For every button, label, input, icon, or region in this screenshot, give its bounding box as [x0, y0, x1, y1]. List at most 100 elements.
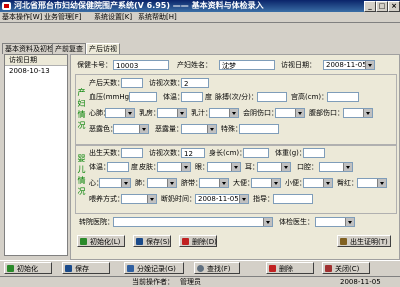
pulse-input[interactable] [257, 92, 287, 102]
guide-input[interactable] [273, 194, 313, 204]
maximize-button[interactable]: □ [376, 1, 388, 12]
mother-name-input[interactable]: 沈梦 [219, 60, 275, 70]
mother-name-label: 产妇姓名： [177, 61, 212, 69]
mother-group-title: 产妇情况 [77, 88, 86, 130]
save-form-button[interactable]: 保存(S) [133, 235, 171, 247]
visit-date-list: 访视日期 2008-10-13 [4, 54, 68, 256]
weaning-time-label: 断奶时间： [161, 195, 196, 203]
card-number-input[interactable]: 10003 [113, 60, 169, 70]
minimize-button[interactable]: _ [364, 1, 376, 12]
chevron-down-icon [229, 109, 238, 117]
feeding-label: 喂养方式： [89, 195, 124, 203]
breast-select[interactable] [157, 108, 187, 118]
heart-select[interactable] [99, 178, 131, 188]
weight-label: 体重(g)： [275, 149, 306, 157]
lochia-color-select[interactable] [113, 124, 149, 134]
postpartum-days-input[interactable] [121, 78, 143, 88]
tab-postpartum-visit[interactable]: 产后访视 [86, 43, 120, 54]
hip-label: 臀红： [337, 179, 358, 187]
transfer-hospital-select[interactable] [113, 217, 273, 227]
weight-input[interactable] [303, 148, 325, 158]
abdomen-label: 腹部伤口： [309, 109, 344, 117]
birth-certificate-button[interactable]: 出生证明(T) [337, 235, 391, 247]
chevron-down-icon [181, 163, 190, 171]
eyes-select[interactable] [207, 162, 241, 172]
search-icon [197, 265, 204, 272]
chevron-down-icon [271, 179, 280, 187]
delete-button[interactable]: 删除 [266, 262, 314, 274]
navel-select[interactable] [199, 178, 229, 188]
save-icon [65, 265, 72, 272]
close-button[interactable]: 关闭(C) [322, 262, 370, 274]
special-input[interactable] [239, 124, 279, 134]
heart-lung-select[interactable] [105, 108, 135, 118]
save-label: 保存 [75, 265, 89, 273]
milk-select[interactable] [209, 108, 239, 118]
init-form-button[interactable]: 初始化(L) [77, 235, 125, 247]
stool-select[interactable] [251, 178, 281, 188]
status-bar: 当前操作者： 管理员 2008-11-05 [0, 276, 400, 287]
perineum-select[interactable] [275, 108, 305, 118]
menu-business[interactable]: 业务管理[F] [44, 12, 82, 22]
birth-days-input[interactable] [121, 148, 143, 158]
chevron-down-icon [231, 163, 240, 171]
mouth-select[interactable] [319, 162, 353, 172]
guide-label: 指导： [253, 195, 274, 203]
chevron-down-icon [207, 125, 216, 133]
weaning-time-value: 2008-11-05 [198, 195, 239, 203]
doctor-select[interactable] [315, 217, 355, 227]
birth-days-label: 出生天数： [89, 149, 124, 157]
birth-certificate-label: 出生证明(T) [350, 238, 388, 246]
skin-select[interactable] [157, 162, 191, 172]
menu-settings[interactable]: 系统设置[K] [94, 12, 132, 22]
chevron-down-icon [125, 109, 134, 117]
delivery-records-button[interactable]: 分娩记录(G) [124, 262, 184, 274]
chevron-down-icon [377, 179, 386, 187]
uterus-height-input[interactable] [327, 92, 359, 102]
visit-date-picker[interactable]: 2008-11-05 [323, 60, 375, 70]
perineum-label: 会阴伤口： [243, 109, 278, 117]
init-icon [80, 238, 87, 245]
save-form-label: 保存(S) [146, 238, 170, 246]
hip-select[interactable] [357, 178, 387, 188]
chevron-down-icon [343, 163, 352, 171]
visit-count-label: 访视次数： [149, 79, 184, 87]
chevron-down-icon [345, 218, 354, 226]
certificate-icon [340, 238, 347, 245]
save-button[interactable]: 保存 [62, 262, 110, 274]
lung-select[interactable] [147, 178, 177, 188]
close-icon [325, 265, 332, 272]
temperature-input[interactable] [181, 92, 203, 102]
delete-form-button[interactable]: 删除(D) [179, 235, 217, 247]
delete-label: 删除 [279, 265, 293, 273]
chevron-down-icon [365, 61, 374, 69]
visit-count-input[interactable]: 2 [181, 78, 209, 88]
baby-visit-count-input[interactable]: 12 [181, 148, 205, 158]
search-button[interactable]: 查找(F) [194, 262, 240, 274]
abdomen-select[interactable] [343, 108, 373, 118]
window-title: 河北省邢台市妇幼保健院围产系统(V 6.95) —— 基本资料与体检录入 [14, 1, 264, 10]
visit-list-header: 访视日期 [5, 55, 67, 66]
length-input[interactable] [243, 148, 269, 158]
visit-list-item[interactable]: 2008-10-13 [5, 66, 67, 76]
baby-temp-input[interactable] [107, 162, 129, 172]
init-button[interactable]: 初始化 [4, 262, 52, 274]
close-window-button[interactable]: × [388, 1, 400, 12]
ears-select[interactable] [257, 162, 291, 172]
blood-pressure-input[interactable] [129, 92, 157, 102]
records-icon [127, 265, 134, 272]
urine-select[interactable] [303, 178, 333, 188]
menu-basic-ops[interactable]: 基本操作[W] [2, 12, 42, 22]
weaning-time-picker[interactable]: 2008-11-05 [195, 194, 249, 204]
tab-prenatal-review[interactable]: 产前复查 [52, 43, 86, 54]
transfer-hospital-label: 转院医院： [79, 218, 114, 226]
close-label: 关闭(C) [335, 265, 360, 273]
chevron-down-icon [295, 109, 304, 117]
baby-temp-unit: 度 [131, 163, 138, 171]
lochia-amount-select[interactable] [181, 124, 217, 134]
tab-basic-info[interactable]: 基本资料及初检 [2, 43, 57, 54]
feeding-select[interactable] [121, 194, 157, 204]
init-icon [7, 265, 14, 272]
menu-help[interactable]: 系统帮助[H] [138, 12, 177, 22]
save-icon [136, 238, 143, 245]
